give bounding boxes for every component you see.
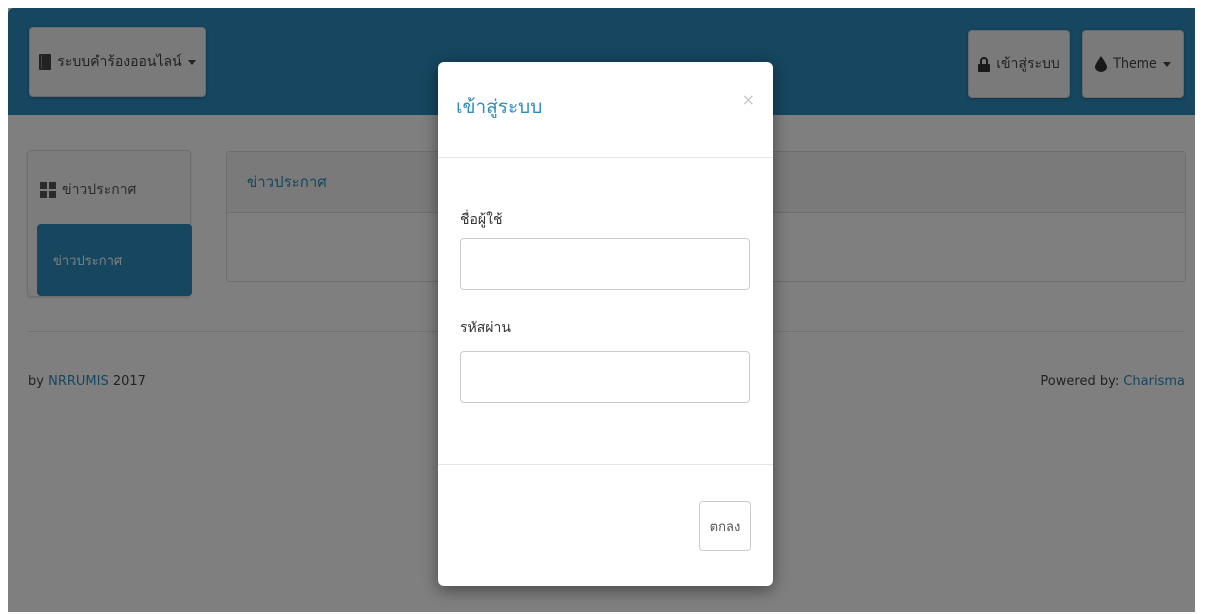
close-icon[interactable]: ×	[742, 92, 755, 108]
page: ระบบคำร้องออนไลน์ เข้าสู่ระบบ Theme ข่าว…	[0, 0, 1205, 614]
password-input[interactable]	[460, 351, 750, 403]
password-label: รหัสผ่าน	[460, 320, 511, 336]
login-modal: เข้าสู่ระบบ × ชื่อผู้ใช้ รหัสผ่าน ตกลง	[438, 62, 773, 586]
modal-header: เข้าสู่ระบบ ×	[438, 62, 773, 158]
username-label: ชื่อผู้ใช้	[460, 212, 503, 228]
submit-button[interactable]: ตกลง	[699, 501, 751, 551]
modal-title: เข้าสู่ระบบ	[456, 96, 543, 118]
modal-footer: ตกลง	[438, 464, 773, 586]
username-input[interactable]	[460, 238, 750, 290]
